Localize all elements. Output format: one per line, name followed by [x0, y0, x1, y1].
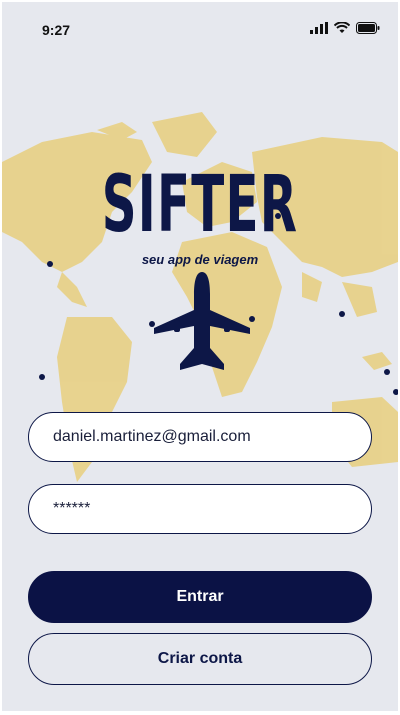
password-input[interactable]: [51, 499, 349, 519]
map-pin-icon: [384, 369, 390, 375]
create-account-button[interactable]: Criar conta: [28, 633, 372, 685]
app-logo: SIFTER: [101, 160, 299, 250]
email-input[interactable]: [51, 427, 349, 447]
status-bar: 9:27: [2, 2, 398, 58]
battery-icon: [356, 22, 380, 34]
airplane-icon: [154, 272, 250, 370]
password-field[interactable]: [28, 484, 372, 534]
status-icons: [310, 22, 380, 34]
status-time: 9:27: [42, 22, 71, 38]
email-field[interactable]: [28, 412, 372, 462]
map-pin-icon: [39, 374, 45, 380]
map-pin-icon: [393, 389, 398, 395]
enter-button[interactable]: Entrar: [28, 571, 372, 623]
login-screen: 9:27 SIFTER seu app de viagem daniel.mar…: [2, 2, 398, 711]
signal-icon: [310, 22, 328, 34]
wifi-icon: [334, 22, 350, 33]
map-pin-icon: [339, 311, 345, 317]
app-tagline: seu app de viagem: [141, 252, 259, 267]
